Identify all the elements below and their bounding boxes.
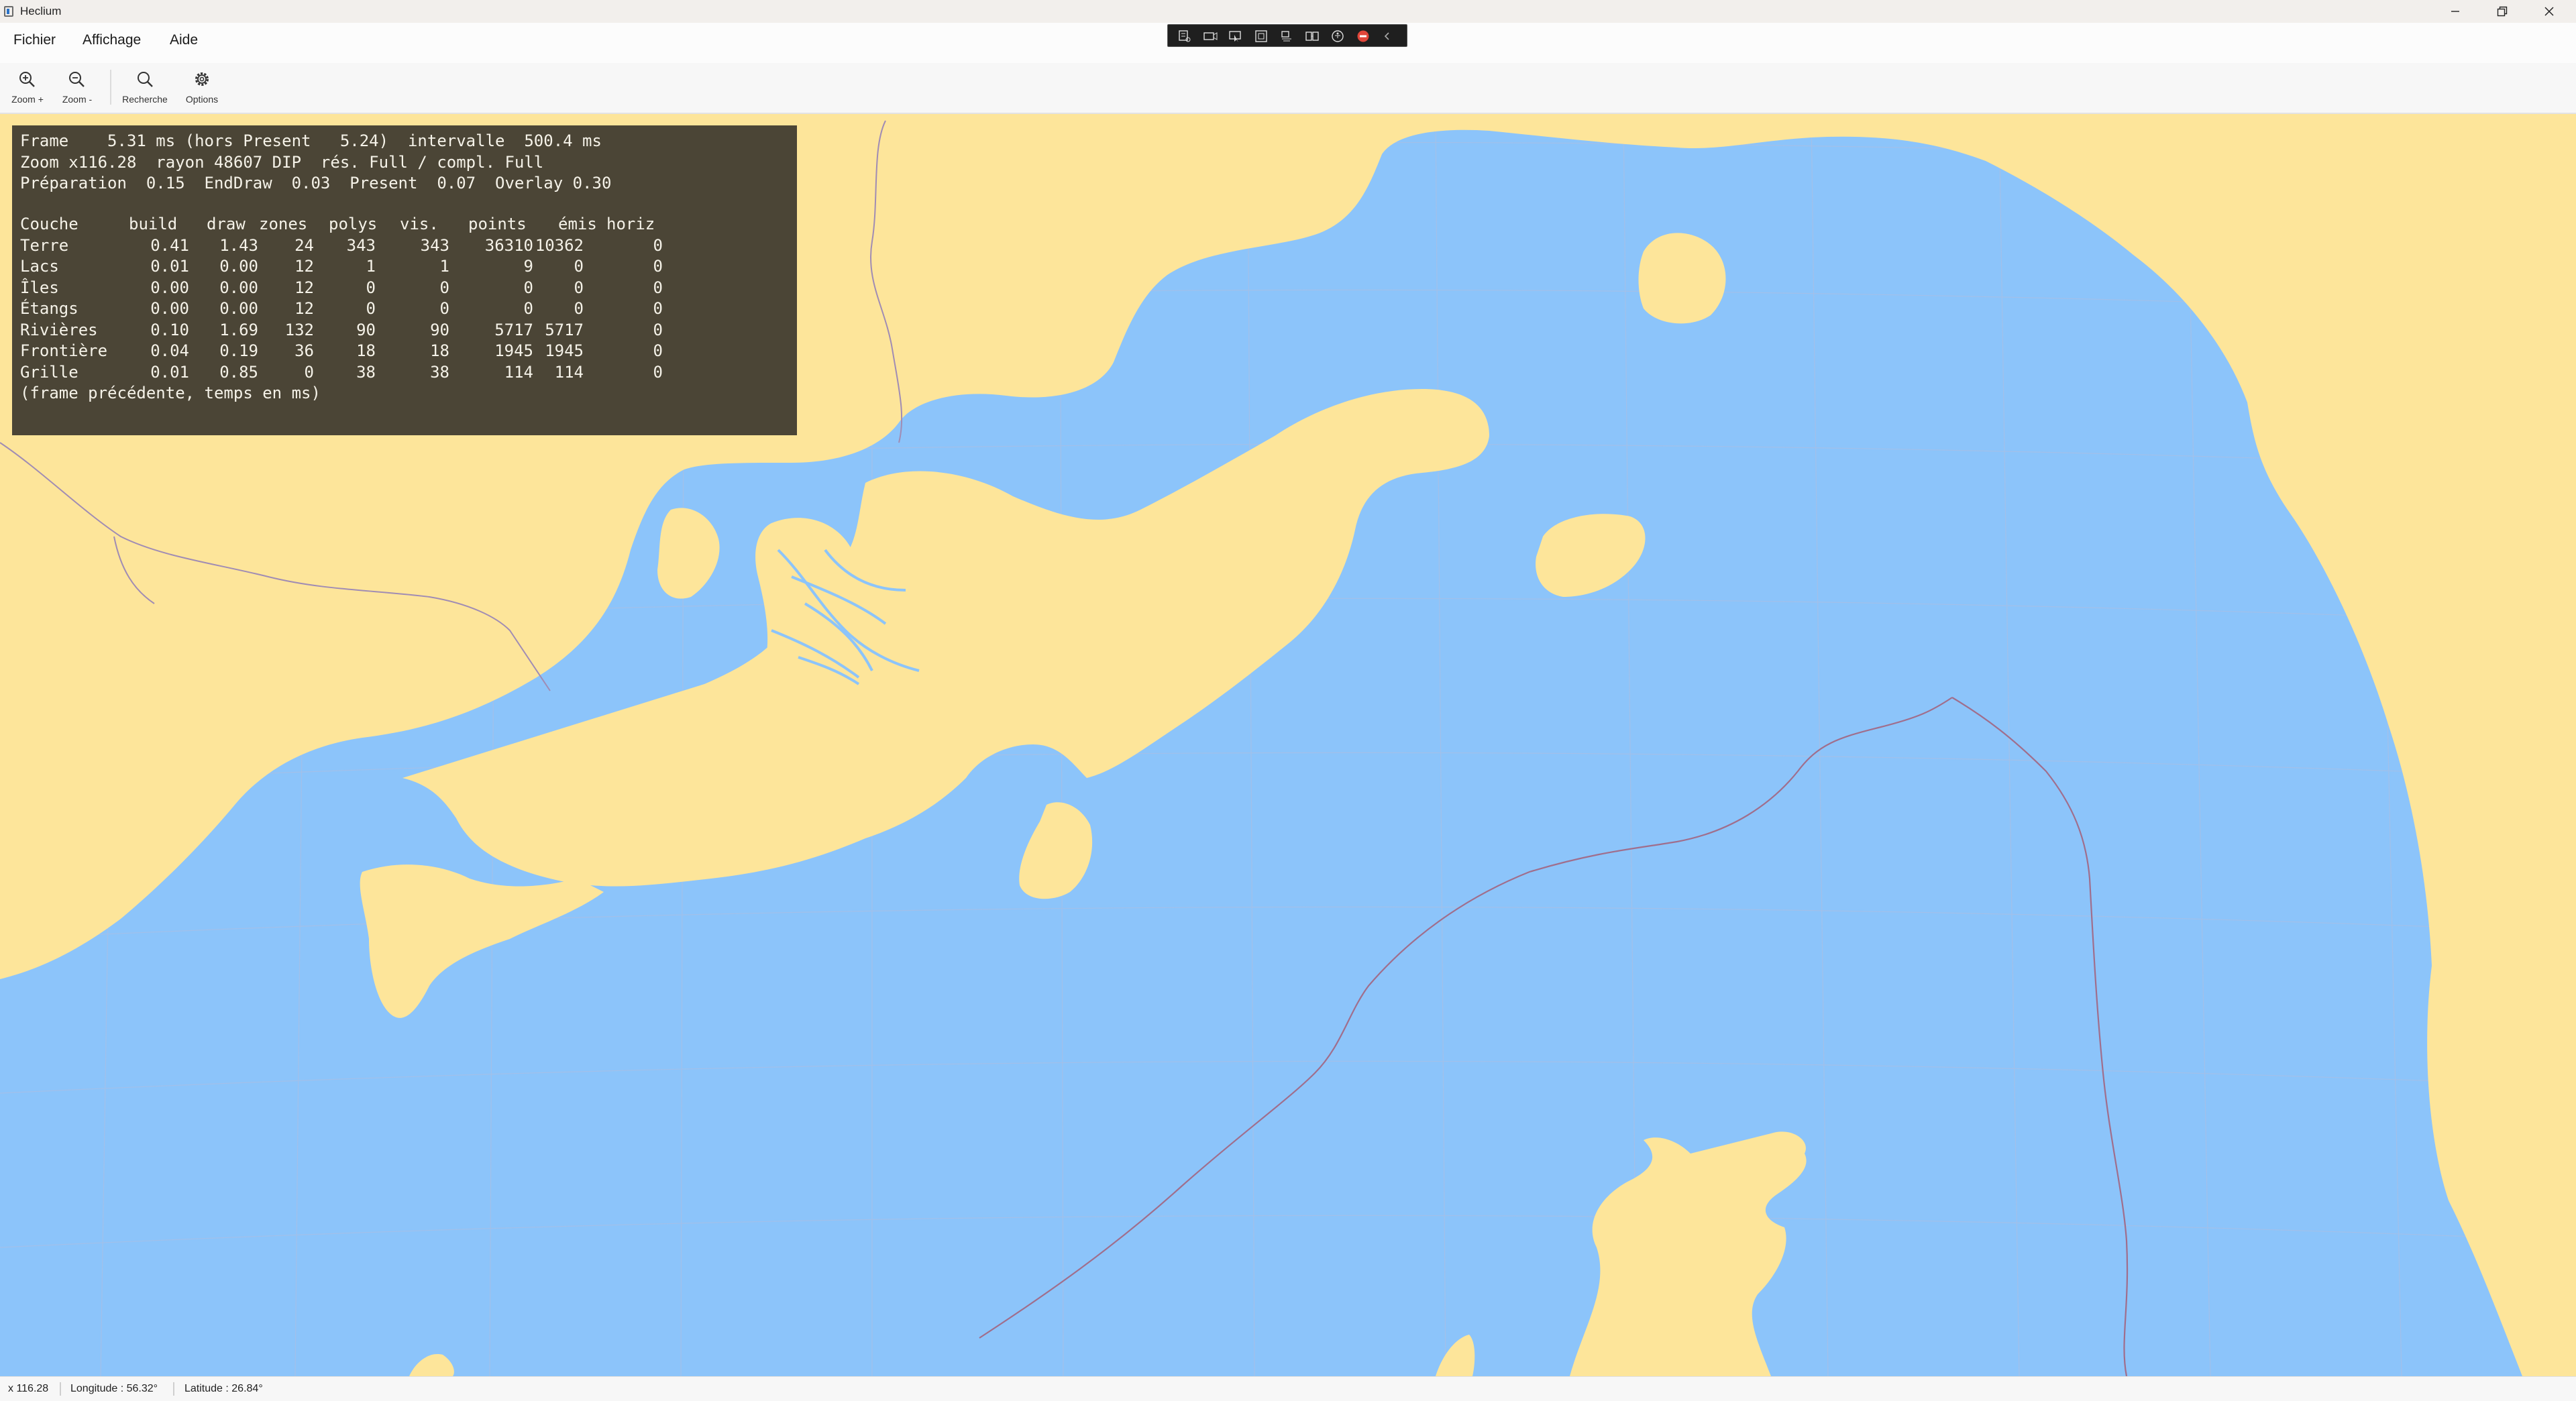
title-bar: Heclium [0,0,2576,23]
status-longitude: Longitude : 56.32° [70,1383,158,1394]
search-icon [138,72,153,87]
zoom-out-label: Zoom - [62,94,93,105]
select-element-icon[interactable] [1228,30,1243,43]
stats-row-5: Frontière 0.04 0.19 36 18 18 1945 1945 0 [20,341,691,362]
stats-layer-name: Îles [20,278,59,297]
performance-stats-overlay: Frame 5.31 ms (hors Present 5.24) interv… [12,125,797,435]
header-polys: polys [329,215,378,233]
status-separator [173,1382,174,1396]
collapse-icon[interactable] [1381,30,1392,43]
menu-affichage[interactable]: Affichage [83,32,141,48]
stats-row-2: Îles 0.00 0.00 12 0 0 0 0 0 [20,278,691,299]
close-button[interactable] [2526,0,2573,23]
menu-fichier[interactable]: Fichier [13,32,56,48]
gear-icon [195,72,209,86]
restore-button[interactable] [2479,0,2526,23]
header-draw: draw [207,215,246,233]
stats-row-0: Terre 0.41 1.43 24 343 343 36310 10362 0 [20,235,691,257]
stats-row-6: Grille 0.01 0.85 0 38 38 114 114 0 [20,362,691,384]
minimize-icon [2451,11,2459,12]
close-icon [2544,7,2554,16]
header-emis: émis [558,215,597,233]
camera-icon[interactable] [1203,30,1218,43]
status-zoom: x 116.28 [8,1383,49,1394]
status-separator [60,1382,61,1396]
debug-floating-toolbar [1167,24,1407,47]
status-bar: x 116.28 Longitude : 56.32° Latitude : 2… [0,1376,2576,1401]
zoom-out-button[interactable]: Zoom - [54,67,101,109]
stats-cell: 0 [653,235,663,255]
zoom-out-icon [69,72,85,87]
stats-table-body: Terre 0.41 1.43 24 343 343 36310 10362 0 Lacs 0.01… [20,235,691,384]
header-vis: vis. [400,215,439,233]
stats-cell: 0 [653,299,663,318]
options-label: Options [185,94,219,105]
window-title: Heclium [20,5,62,17]
header-points: points [468,215,527,233]
stats-layer-name: Lacs [20,257,59,276]
display-layout-adorners-icon[interactable] [1254,30,1269,43]
stats-row-1: Lacs 0.01 0.00 12 1 1 9 0 0 [20,256,691,278]
header-horiz: horiz [606,215,655,233]
stats-footnote: (frame précédente, temps en ms) [20,384,321,402]
stats-cell: 0 [653,278,663,297]
stats-row-4: Rivières 0.10 1.69 132 90 90 5717 5717 0 [20,320,691,341]
zoom-in-button[interactable]: Zoom + [4,67,51,109]
accessibility-icon[interactable] [1330,30,1345,43]
options-button[interactable]: Options [178,67,225,109]
toolbar-separator [110,70,111,105]
stats-row-3: Étangs 0.00 0.00 12 0 0 0 0 0 [20,298,691,320]
stats-table: Couche build draw zones polys vis. point… [20,214,691,404]
zoom-in-icon [19,72,35,87]
stats-cell: 0 [653,320,663,339]
header-couche: Couche [20,215,78,233]
status-latitude: Latitude : 26.84° [184,1383,263,1394]
menu-aide[interactable]: Aide [170,32,198,48]
live-tree-icon[interactable] [1177,30,1192,43]
stats-cell: 0 [653,257,663,276]
stats-zoom-line: Zoom x116.28 rayon 48607 DIP rés. Full /… [20,152,544,172]
stats-timing-line: Préparation 0.15 EndDraw 0.03 Present 0.… [20,174,612,192]
stats-frame-line: Frame 5.31 ms (hors Present 5.24) interv… [20,131,602,150]
header-zones: zones [259,215,308,233]
zoom-in-label: Zoom + [11,94,44,105]
binding-failures-icon[interactable] [1305,30,1320,43]
app-icon [4,6,13,17]
toolbar: Zoom + Zoom - Recherche Options [0,63,2576,114]
stop-icon[interactable] [1356,30,1371,43]
restore-icon [2497,6,2508,17]
track-focus-icon[interactable] [1279,30,1294,43]
search-label: Recherche [122,94,168,105]
minimize-button[interactable] [2432,0,2479,23]
stats-cell: 0 [653,362,663,382]
stats-cell: 0 [653,341,663,360]
stats-table-header: Couche build draw zones polys vis. point… [20,214,691,235]
search-button[interactable]: Recherche [121,67,168,109]
header-build: build [129,215,178,233]
